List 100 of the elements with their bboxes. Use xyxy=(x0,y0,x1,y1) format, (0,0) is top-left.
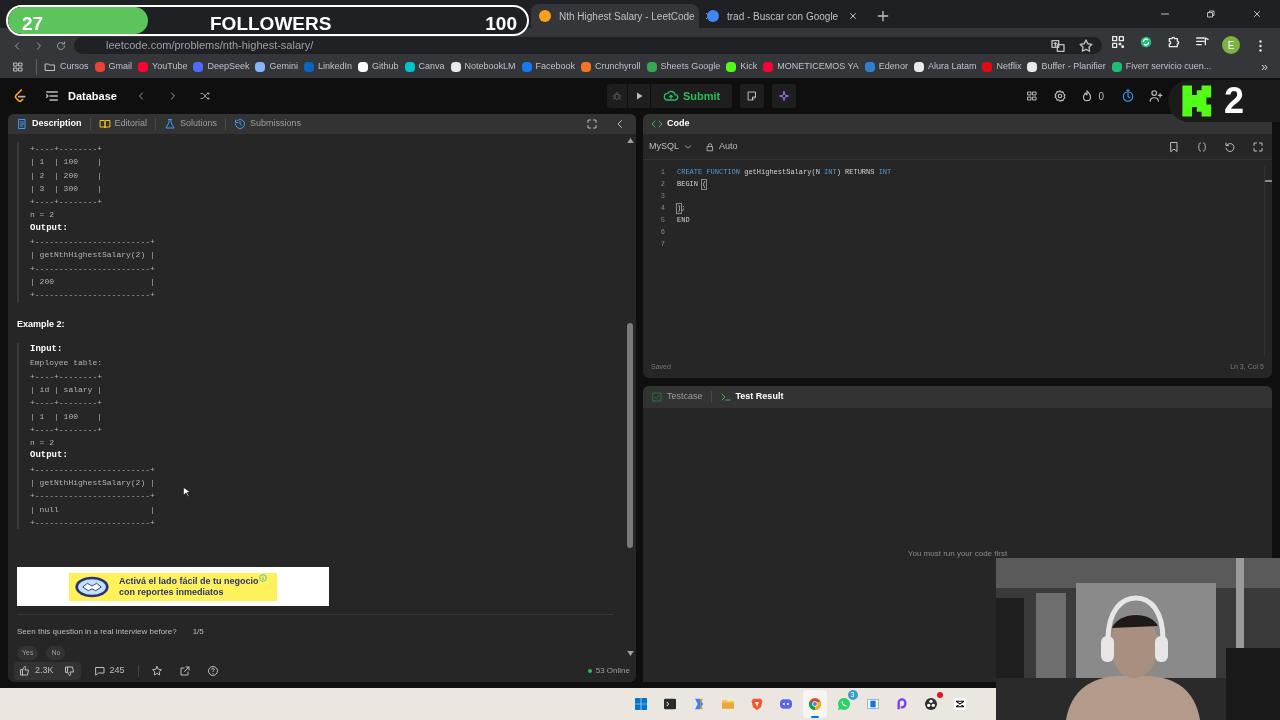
code-text: +----+--------+ xyxy=(30,143,102,155)
code-text: Employee table: xyxy=(30,357,102,370)
interview-question: Seen this question in a real interview before? xyxy=(17,626,177,638)
example-heading: Example 2: xyxy=(17,317,66,331)
bookmark[interactable]: Canva xyxy=(401,57,448,77)
panel-tab[interactable]: Submissions xyxy=(234,117,302,131)
app-icon xyxy=(922,696,939,712)
restore-icon xyxy=(1205,8,1217,20)
star-icon xyxy=(1078,37,1094,54)
code-text: +----+--------+ xyxy=(30,370,102,383)
address-bar[interactable]: leetcode.com/problems/nth-highest-salary/ xyxy=(74,37,1102,54)
badge-number: 2 xyxy=(1224,83,1245,119)
code-text: | getNthHighestSalary(2) | xyxy=(30,477,155,490)
bookmark[interactable]: Gemini xyxy=(252,57,301,77)
code-text: +------------------------+ xyxy=(30,236,155,249)
help-icon xyxy=(206,665,219,677)
comments-button[interactable]: 245 xyxy=(88,664,130,678)
layout-icon xyxy=(1026,90,1039,102)
bookmark[interactable]: Netflix xyxy=(979,57,1025,77)
ad-banner[interactable]: Activá el lado fácil de tu negocio con reportes inmediatos xyxy=(17,567,329,607)
shuffle-icon xyxy=(198,90,211,102)
bookmark-icon xyxy=(1168,140,1180,153)
notes-button[interactable] xyxy=(740,84,765,108)
checkbox-icon xyxy=(651,391,663,403)
sync-icon xyxy=(1138,34,1154,50)
tab-title: Nth Highest Salary - LeetCode xyxy=(559,9,695,24)
panel-tab[interactable]: Test Result xyxy=(719,390,784,404)
scrollbar-thumb[interactable] xyxy=(627,323,633,548)
bookmark[interactable]: Kick xyxy=(723,57,761,77)
app-icon xyxy=(835,696,852,712)
bookmark[interactable]: Sheets Google xyxy=(643,57,724,77)
notes-icon xyxy=(746,90,759,102)
code-text: +------------------------+ xyxy=(30,516,155,529)
bookmark[interactable]: YouTube xyxy=(135,57,191,77)
bookmark[interactable]: DeepSeek xyxy=(190,57,253,77)
new-tab-icon xyxy=(875,8,891,24)
scroll-up-icon xyxy=(626,138,634,143)
info-icon xyxy=(259,573,267,582)
run-button[interactable] xyxy=(627,84,650,108)
list-icon xyxy=(44,88,60,104)
code-text: +----+--------+ xyxy=(30,423,102,436)
menu-icon xyxy=(1258,39,1262,52)
panel-tab[interactable]: Testcase xyxy=(651,390,703,404)
flask-icon xyxy=(164,118,177,130)
apps-icon xyxy=(12,61,24,73)
reload-icon xyxy=(55,40,67,52)
bookmark[interactable]: Fiverr servicio cuen... xyxy=(1108,57,1215,77)
code-text: +------------------------+ xyxy=(30,289,155,302)
reset-icon xyxy=(1224,140,1236,153)
ai-button[interactable] xyxy=(772,84,797,108)
code-text: +----+--------+ xyxy=(30,397,102,410)
language-dropdown[interactable]: MySQL xyxy=(649,139,693,154)
code-text: | 1 | 100 | xyxy=(30,410,102,423)
code-text: +------------------------+ xyxy=(30,490,155,503)
code-icon xyxy=(651,118,663,130)
pointer-icon xyxy=(181,485,193,499)
logo-icon xyxy=(12,88,28,104)
bookmark[interactable]: Buffer - Planifier xyxy=(1024,57,1109,77)
more-bookmarks-button[interactable]: » xyxy=(1261,58,1268,76)
history-icon xyxy=(234,118,247,130)
format-icon xyxy=(1196,140,1208,153)
bookmark[interactable]: Crunchyroll xyxy=(578,57,644,77)
browser-tab[interactable]: trad - Buscar con Google xyxy=(699,4,867,28)
empty-message: You must run your code first xyxy=(907,548,1008,560)
close-icon xyxy=(847,10,859,22)
maximize-button[interactable] xyxy=(584,116,600,132)
windows-logo-icon xyxy=(632,696,649,712)
streak-button[interactable]: 0 xyxy=(1076,84,1108,108)
lock-icon xyxy=(705,141,715,152)
ai-icon xyxy=(778,90,791,102)
code-text: | null | xyxy=(30,503,155,516)
bookmark[interactable]: Facebook xyxy=(518,57,579,77)
code-text: +----+--------+ xyxy=(30,196,102,209)
bookmark[interactable]: NotebookLM xyxy=(447,57,519,77)
bookmark[interactable]: MONETICEMOS YA xyxy=(760,57,862,77)
bookmark[interactable]: LinkedIn xyxy=(300,57,355,77)
problem-list-button[interactable]: Database xyxy=(44,87,117,105)
goal-target: 100 xyxy=(485,12,517,34)
panel-tab[interactable]: Solutions xyxy=(164,117,218,131)
submit-button[interactable]: Submit xyxy=(650,84,733,108)
favorite-icon xyxy=(150,665,163,677)
bookmark[interactable]: Cursos xyxy=(41,57,92,77)
extensions-icon xyxy=(1166,34,1182,50)
cloud-upload-icon xyxy=(662,88,679,104)
app-icon xyxy=(951,696,968,712)
document-icon xyxy=(16,118,28,130)
bookmark[interactable]: Github xyxy=(355,57,402,77)
code-text: | 1 | 100 | xyxy=(30,156,102,169)
qr-code-icon xyxy=(1110,34,1126,50)
handshake-icon xyxy=(73,574,111,599)
bookmark[interactable]: Gmail xyxy=(91,57,136,77)
bookmark[interactable]: Edenor xyxy=(861,57,911,77)
scroll-marker xyxy=(1265,180,1272,182)
output-label: Output: xyxy=(30,221,68,235)
settings-icon xyxy=(1053,89,1068,103)
panel-tab[interactable]: Description xyxy=(16,117,82,131)
thumbs-up-icon xyxy=(19,665,31,677)
code-text: +------------------------+ xyxy=(30,262,155,275)
panel-tab[interactable]: Editorial xyxy=(98,117,148,131)
bookmark[interactable]: Alura Latam xyxy=(910,57,980,77)
